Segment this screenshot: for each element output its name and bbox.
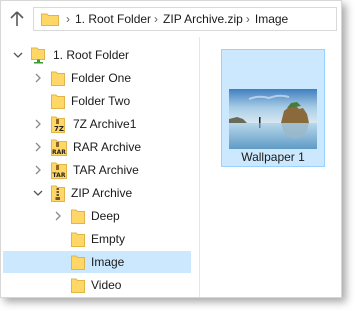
file-item-wallpaper[interactable]: Wallpaper 1 (221, 49, 325, 167)
zip-archive-icon (51, 185, 65, 202)
up-arrow-icon (10, 11, 24, 26)
rar-archive-icon: RAR (51, 139, 67, 156)
nav-item-label: 1. Root Folder (53, 48, 130, 62)
nav-item-tar-archive[interactable]: TAR TAR Archive (3, 159, 219, 181)
chevron-down-icon[interactable] (31, 186, 45, 200)
nav-item-label: Deep (91, 209, 120, 223)
folder-icon (71, 232, 85, 247)
address-row: › 1. Root Folder › ZIP Archive.zip › Ima… (1, 1, 341, 37)
nav-item-label: Folder One (71, 71, 132, 85)
nav-item-deep[interactable]: Deep (3, 205, 191, 227)
nav-item-7z-archive[interactable]: 7Z 7Z Archive1 (3, 113, 219, 135)
breadcrumb-label: ZIP Archive.zip (163, 12, 243, 26)
nav-item-zip-archive[interactable]: ZIP Archive (3, 182, 219, 204)
address-bar[interactable]: › 1. Root Folder › ZIP Archive.zip › Ima… (33, 7, 337, 31)
folder-icon (51, 71, 65, 86)
svg-text:TAR: TAR (53, 172, 66, 179)
file-name: Wallpaper 1 (241, 150, 305, 164)
svg-text:7Z: 7Z (54, 125, 64, 133)
nav-item-video[interactable]: Video (3, 274, 191, 296)
chevron-right-icon[interactable]: › (246, 12, 250, 26)
tar-archive-icon: TAR (51, 162, 67, 179)
nav-item-label: Folder Two (71, 94, 131, 108)
chevron-down-icon[interactable] (11, 48, 25, 62)
nav-item-label: TAR Archive (73, 163, 139, 177)
breadcrumb-zip[interactable]: ZIP Archive.zip (163, 12, 243, 26)
nav-item-label: Image (91, 255, 125, 269)
nav-item-folder-two[interactable]: Folder Two (3, 90, 219, 112)
root-folder-icon (31, 47, 45, 64)
back-button[interactable] (7, 9, 27, 29)
folder-icon (71, 278, 85, 293)
chevron-right-icon[interactable] (31, 163, 45, 177)
nav-item-root-folder[interactable]: 1. Root Folder (3, 44, 199, 66)
chevron-right-icon[interactable] (31, 117, 45, 131)
nav-item-folder-one[interactable]: Folder One (3, 67, 219, 89)
7z-archive-icon: 7Z (51, 116, 65, 133)
chevron-right-icon[interactable]: › (66, 12, 70, 26)
explorer-window: › 1. Root Folder › ZIP Archive.zip › Ima… (0, 0, 342, 298)
chevron-right-icon[interactable] (31, 71, 45, 85)
folder-icon (71, 255, 85, 270)
folder-icon (71, 209, 85, 224)
nav-item-label: 7Z Archive1 (73, 117, 137, 131)
breadcrumb-label: 1. Root Folder (75, 12, 152, 26)
breadcrumb-image[interactable]: Image (255, 12, 288, 26)
folder-icon (51, 94, 65, 109)
nav-item-label: RAR Archive (73, 140, 142, 154)
folder-icon (41, 13, 59, 26)
nav-item-rar-archive[interactable]: RAR RAR Archive (3, 136, 219, 158)
chevron-right-icon[interactable] (51, 209, 65, 223)
chevron-right-icon[interactable] (31, 140, 45, 154)
nav-item-label: Video (91, 278, 122, 292)
nav-item-image[interactable]: Image (3, 251, 191, 273)
breadcrumb-root[interactable]: 1. Root Folder (75, 12, 151, 26)
image-thumbnail (229, 89, 317, 149)
nav-item-empty[interactable]: Empty (3, 228, 191, 250)
navigation-pane: 1. Root Folder Folder One Folder Two 7Z … (1, 37, 197, 297)
nav-item-label: Empty (91, 232, 126, 246)
breadcrumb-label: Image (254, 12, 289, 26)
pane-divider[interactable] (199, 37, 200, 297)
svg-text:RAR: RAR (52, 149, 66, 156)
chevron-right-icon[interactable]: › (154, 12, 158, 26)
nav-item-label: ZIP Archive (71, 186, 133, 200)
